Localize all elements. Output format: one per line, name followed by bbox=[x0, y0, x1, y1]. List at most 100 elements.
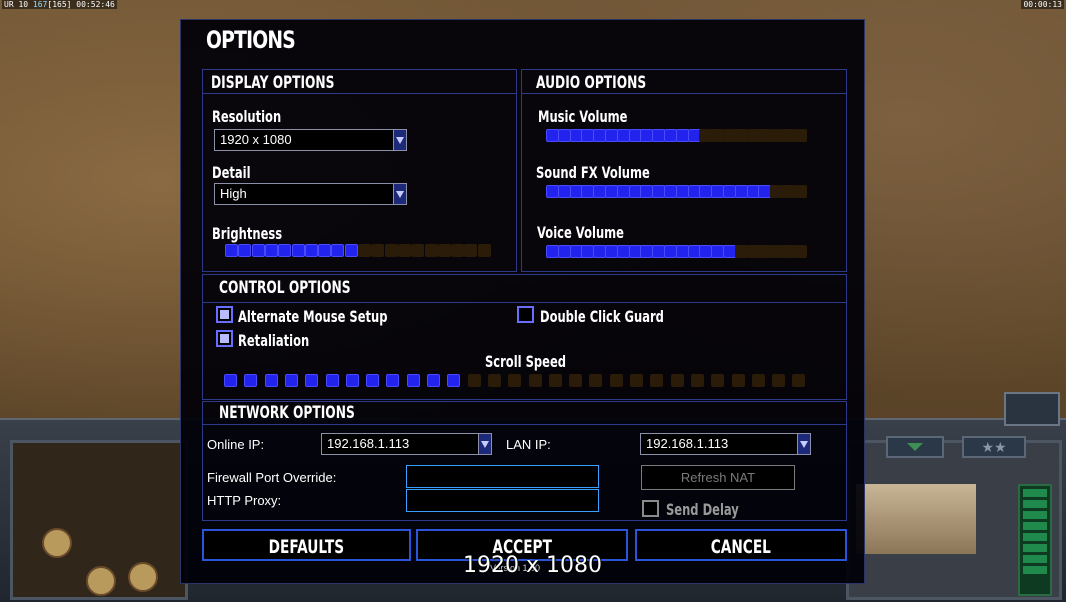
slider-segment[interactable] bbox=[318, 244, 332, 257]
firewall-port-override-field[interactable] bbox=[406, 465, 599, 488]
slider-segment[interactable] bbox=[528, 374, 542, 387]
slider-segment[interactable] bbox=[548, 374, 562, 387]
slider-segment[interactable] bbox=[734, 245, 748, 258]
online-ip-value: 192.168.1.113 bbox=[327, 436, 410, 451]
slider-segment[interactable] bbox=[589, 374, 603, 387]
slider-segment[interactable] bbox=[371, 244, 385, 257]
slider-segment[interactable] bbox=[264, 374, 278, 387]
slider-segment[interactable] bbox=[793, 129, 807, 142]
http-proxy-label: HTTP Proxy: bbox=[207, 493, 282, 508]
brightness-slider[interactable] bbox=[225, 244, 495, 258]
slider-segment[interactable] bbox=[397, 244, 411, 257]
scroll-speed-slider[interactable] bbox=[224, 374, 819, 388]
http-proxy-field[interactable] bbox=[406, 489, 599, 512]
slider-segment[interactable] bbox=[569, 374, 583, 387]
chevron-down-icon[interactable] bbox=[393, 130, 406, 150]
slider-segment[interactable] bbox=[291, 244, 305, 257]
slider-segment[interactable] bbox=[731, 374, 745, 387]
slider-segment[interactable] bbox=[734, 185, 748, 198]
slider-segment[interactable] bbox=[447, 374, 461, 387]
send-delay-checkbox[interactable] bbox=[642, 500, 659, 517]
rank-stars-icon[interactable]: ★★ bbox=[962, 436, 1026, 458]
lan-ip-dropdown[interactable]: 192.168.1.113 bbox=[640, 433, 811, 455]
chevron-down-icon[interactable] bbox=[886, 436, 944, 458]
slider-segment[interactable] bbox=[305, 374, 319, 387]
slider-segment[interactable] bbox=[630, 374, 643, 387]
slider-segment[interactable] bbox=[344, 244, 358, 257]
online-ip-dropdown[interactable]: 192.168.1.113 bbox=[321, 433, 492, 455]
slider-segment[interactable] bbox=[264, 244, 278, 257]
online-ip-label: Online IP: bbox=[207, 437, 265, 452]
retaliation-checkbox[interactable] bbox=[216, 330, 233, 347]
slider-segment[interactable] bbox=[366, 374, 380, 387]
alternate-mouse-setup-checkbox[interactable] bbox=[216, 306, 233, 323]
unit-portrait bbox=[856, 484, 976, 554]
audio-options-title: AUDIO OPTIONS bbox=[536, 73, 647, 93]
slider-segment[interactable] bbox=[508, 374, 522, 387]
slider-segment[interactable] bbox=[224, 374, 237, 387]
slider-segment[interactable] bbox=[793, 185, 807, 198]
slider-segment[interactable] bbox=[238, 244, 252, 257]
slider-segment[interactable] bbox=[675, 185, 689, 198]
slider-segment[interactable] bbox=[734, 129, 748, 142]
slider-segment[interactable] bbox=[244, 374, 258, 387]
performance-stats: UR 10 167[165] 00:52:46 bbox=[2, 0, 117, 9]
slider-segment[interactable] bbox=[751, 374, 765, 387]
music-volume-slider[interactable] bbox=[546, 129, 811, 143]
slider-segment[interactable] bbox=[616, 185, 630, 198]
slider-segment[interactable] bbox=[437, 244, 451, 257]
cancel-button[interactable]: CANCEL bbox=[635, 529, 847, 561]
options-dialog: OPTIONS DISPLAY OPTIONS Resolution 1920 … bbox=[180, 19, 865, 584]
double-click-guard-checkbox[interactable] bbox=[517, 306, 534, 323]
double-click-guard-label[interactable]: Double Click Guard bbox=[540, 307, 664, 326]
slider-segment[interactable] bbox=[358, 244, 371, 257]
slider-segment[interactable] bbox=[675, 129, 689, 142]
slider-segment[interactable] bbox=[325, 374, 339, 387]
slider-segment[interactable] bbox=[609, 374, 623, 387]
slider-segment[interactable] bbox=[772, 374, 786, 387]
defaults-button[interactable]: DEFAULTS bbox=[202, 529, 411, 561]
detail-dropdown[interactable]: High bbox=[214, 183, 407, 205]
slider-segment[interactable] bbox=[557, 129, 571, 142]
slider-segment[interactable] bbox=[427, 374, 440, 387]
slider-segment[interactable] bbox=[650, 374, 664, 387]
chevron-down-icon[interactable] bbox=[478, 434, 491, 454]
resolution-dropdown[interactable]: 1920 x 1080 bbox=[214, 129, 407, 151]
slider-segment[interactable] bbox=[451, 244, 465, 257]
slider-segment[interactable] bbox=[331, 244, 345, 257]
sound-fx-volume-slider[interactable] bbox=[546, 185, 811, 199]
slider-segment[interactable] bbox=[670, 374, 684, 387]
slider-segment[interactable] bbox=[557, 245, 571, 258]
voice-volume-slider[interactable] bbox=[546, 245, 811, 259]
slider-segment[interactable] bbox=[386, 374, 400, 387]
slider-segment[interactable] bbox=[424, 244, 438, 257]
slider-segment[interactable] bbox=[251, 244, 265, 257]
satellite-icon[interactable] bbox=[1004, 392, 1060, 426]
slider-segment[interactable] bbox=[477, 244, 491, 257]
slider-segment[interactable] bbox=[384, 244, 398, 257]
slider-segment[interactable] bbox=[675, 245, 689, 258]
alternate-mouse-setup-label[interactable]: Alternate Mouse Setup bbox=[238, 307, 388, 326]
slider-segment[interactable] bbox=[284, 374, 298, 387]
slider-segment[interactable] bbox=[711, 374, 725, 387]
slider-segment[interactable] bbox=[411, 244, 425, 257]
refresh-nat-button[interactable]: Refresh NAT bbox=[641, 465, 795, 490]
slider-segment[interactable] bbox=[792, 374, 806, 387]
slider-segment[interactable] bbox=[467, 374, 481, 387]
slider-segment[interactable] bbox=[464, 244, 478, 257]
slider-segment[interactable] bbox=[345, 374, 359, 387]
chevron-down-icon[interactable] bbox=[797, 434, 810, 454]
slider-segment[interactable] bbox=[225, 244, 238, 257]
slider-segment[interactable] bbox=[690, 374, 704, 387]
slider-segment[interactable] bbox=[304, 244, 318, 257]
chevron-down-icon[interactable] bbox=[393, 184, 406, 204]
slider-segment[interactable] bbox=[487, 374, 501, 387]
slider-segment[interactable] bbox=[616, 129, 630, 142]
retaliation-label[interactable]: Retaliation bbox=[238, 331, 309, 350]
slider-segment[interactable] bbox=[793, 245, 807, 258]
slider-segment[interactable] bbox=[616, 245, 630, 258]
slider-segment[interactable] bbox=[278, 244, 292, 257]
slider-segment[interactable] bbox=[406, 374, 420, 387]
slider-segment[interactable] bbox=[557, 185, 571, 198]
send-delay-label[interactable]: Send Delay bbox=[666, 500, 739, 519]
